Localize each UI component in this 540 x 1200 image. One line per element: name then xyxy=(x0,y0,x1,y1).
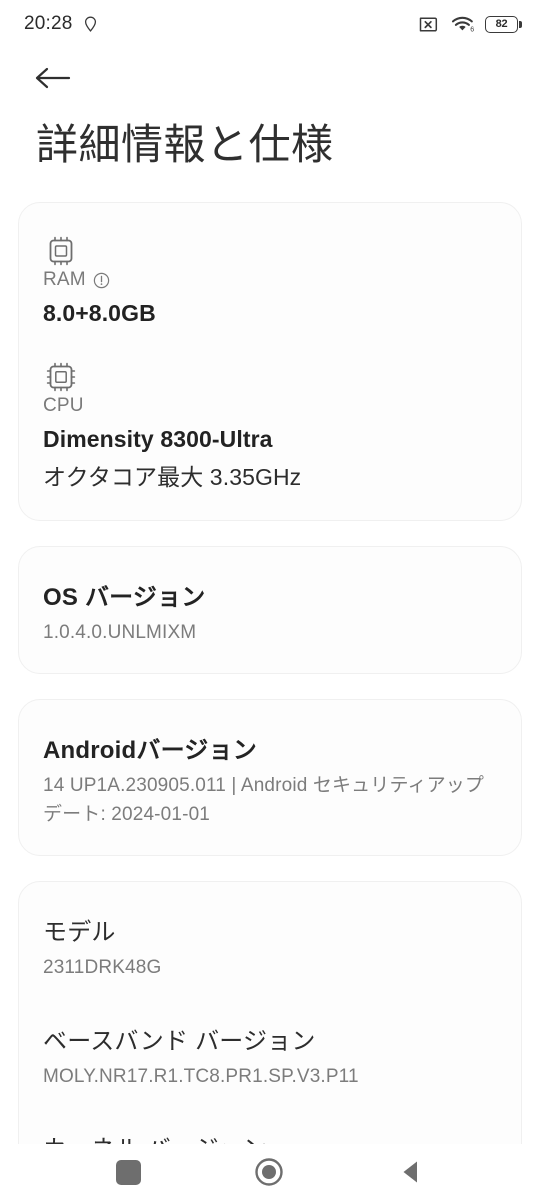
wifi-6-icon: 6 xyxy=(451,15,476,33)
os-version-item[interactable]: OS バージョン 1.0.4.0.UNLMIXM xyxy=(43,577,497,648)
cpu-value-detail: オクタコア最大 3.35GHz xyxy=(43,464,302,491)
recents-square-icon[interactable] xyxy=(116,1159,142,1185)
phone-screen: 20:28 6 82 詳細情報と仕様 RAM 8.0+8.0GB CPU Dim… xyxy=(0,0,540,1200)
navigation-bar xyxy=(0,1144,540,1200)
os-version-card[interactable]: OS バージョン 1.0.4.0.UNLMIXM xyxy=(18,545,522,675)
back-button[interactable] xyxy=(0,48,540,92)
home-circle-icon[interactable] xyxy=(253,1156,285,1188)
cpu-label: CPU xyxy=(43,395,84,417)
baseband-title: ベースバンド バージョン xyxy=(43,1027,316,1055)
ram-chip-icon xyxy=(43,233,497,269)
info-icon[interactable] xyxy=(93,272,110,289)
status-bar-left: 20:28 xyxy=(24,13,98,35)
status-bar: 20:28 6 82 xyxy=(0,0,540,48)
android-version-card[interactable]: Androidバージョン 14 UP1A.230905.011 | Androi… xyxy=(18,699,522,857)
ram-label: RAM xyxy=(43,269,86,291)
hardware-card: RAM 8.0+8.0GB CPU Dimensity 8300-Ultra オ… xyxy=(18,202,522,521)
cpu-value: Dimensity 8300-Ultra xyxy=(43,426,273,453)
cpu-chip-icon xyxy=(43,359,497,395)
baseband-value: MOLY.NR17.R1.TC8.PR1.SP.V3.P11 xyxy=(43,1065,359,1087)
back-arrow-icon[interactable] xyxy=(34,64,76,92)
baseband-item[interactable]: ベースバンド バージョン MOLY.NR17.R1.TC8.PR1.SP.V3.… xyxy=(43,1021,497,1092)
battery-icon: 82 xyxy=(485,15,522,33)
model-item[interactable]: モデル 2311DRK48G xyxy=(43,912,497,983)
model-value: 2311DRK48G xyxy=(43,957,162,979)
os-version-value: 1.0.4.0.UNLMIXM xyxy=(43,621,197,643)
android-version-value: 14 UP1A.230905.011 | Android セキュリティアップデー… xyxy=(43,775,485,825)
settings-scroll-area[interactable]: RAM 8.0+8.0GB CPU Dimensity 8300-Ultra オ… xyxy=(0,202,540,1200)
status-time: 20:28 xyxy=(24,13,73,34)
ram-label-row: RAM xyxy=(43,269,497,291)
page-title: 詳細情報と仕様 xyxy=(36,121,334,168)
svg-text:6: 6 xyxy=(470,26,474,33)
os-version-title: OS バージョン xyxy=(43,583,206,611)
android-version-item[interactable]: Androidバージョン 14 UP1A.230905.011 | Androi… xyxy=(43,730,497,829)
cpu-label-row: CPU xyxy=(43,395,497,417)
location-pin-icon xyxy=(83,16,98,33)
battery-level: 82 xyxy=(495,18,508,30)
nav-back-triangle-icon[interactable] xyxy=(398,1158,424,1186)
ram-value: 8.0+8.0GB xyxy=(43,300,156,327)
android-version-title: Androidバージョン xyxy=(43,737,257,765)
model-title: モデル xyxy=(43,919,116,947)
status-bar-right: 6 82 xyxy=(419,15,522,33)
no-sim-icon xyxy=(419,16,442,33)
